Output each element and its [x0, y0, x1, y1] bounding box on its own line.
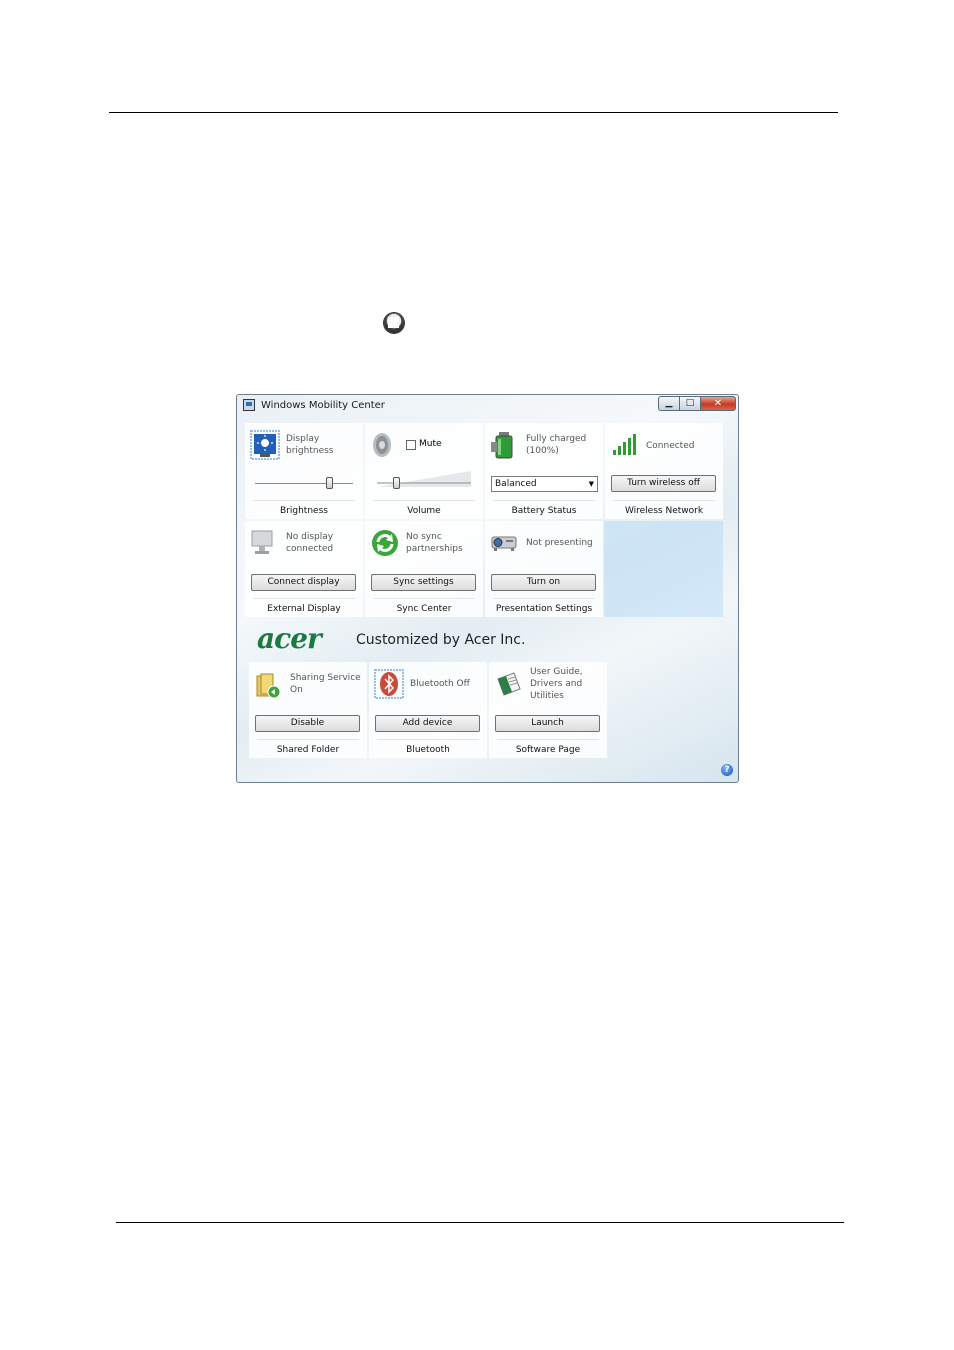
- add-device-button[interactable]: Add device: [375, 715, 480, 732]
- tile-divider: [377, 739, 479, 740]
- close-icon: ✕: [713, 398, 723, 409]
- tile-sync-center: No sync partnerships Sync settings Sync …: [365, 521, 483, 617]
- external-display-text: No display connected: [286, 532, 334, 554]
- bluetooth-icon: [374, 669, 404, 699]
- tile-external-display: No display connected Connect display Ext…: [245, 521, 363, 617]
- signal-strength-icon: [610, 430, 640, 460]
- tile-presentation: Not presenting Turn on Presentation Sett…: [485, 521, 603, 617]
- mute-label: Mute: [419, 439, 442, 449]
- tile-bluetooth: Bluetooth Off Add device Bluetooth: [369, 662, 487, 758]
- sync-icon: [370, 528, 400, 558]
- minimize-button[interactable]: ▁: [658, 396, 680, 411]
- projector-icon: [490, 528, 520, 558]
- software-text: User Guide, Drivers and Utilities: [530, 667, 583, 701]
- presentation-turn-on-button[interactable]: Turn on: [491, 574, 596, 591]
- volume-ramp: [377, 471, 471, 487]
- sync-settings-button[interactable]: Sync settings: [371, 574, 476, 591]
- shared-folder-text: Sharing Service On: [290, 673, 361, 695]
- mute-checkbox[interactable]: [406, 440, 416, 450]
- connect-display-button[interactable]: Connect display: [251, 574, 356, 591]
- maximize-button[interactable]: □: [680, 396, 701, 411]
- tile-volume: Mute Volume: [365, 423, 483, 519]
- tile-divider: [497, 739, 599, 740]
- tile-divider: [257, 739, 359, 740]
- mobility-center-window: Windows Mobility Center ▁ □ ✕ Display br…: [236, 394, 739, 783]
- tile-label-bluetooth: Bluetooth: [406, 745, 450, 755]
- tile-divider: [253, 500, 355, 501]
- speaker-icon: [369, 430, 399, 460]
- power-plan-value: Balanced: [495, 479, 537, 489]
- close-button[interactable]: ✕: [701, 396, 736, 411]
- tile-divider: [493, 500, 595, 501]
- tile-label-sync-center: Sync Center: [396, 604, 452, 614]
- page-rule-bottom: [116, 1222, 844, 1223]
- mobility-center-app-icon: [243, 399, 255, 411]
- tile-brightness: Display brightness Brightness: [245, 423, 363, 519]
- page-rule-top: [109, 112, 838, 113]
- battery-icon: [490, 430, 520, 460]
- tile-shared-folder: Sharing Service On Disable Shared Folder: [249, 662, 367, 758]
- acer-logo: acer: [257, 622, 322, 655]
- tile-software-page: User Guide, Drivers and Utilities Launch…: [489, 662, 607, 758]
- documents-icon: [494, 669, 524, 699]
- title-bar[interactable]: Windows Mobility Center ▁ □ ✕: [237, 395, 738, 415]
- empty-tile-area: [604, 521, 723, 617]
- launch-button[interactable]: Launch: [495, 715, 600, 732]
- tile-divider: [493, 598, 595, 599]
- shared-folder-icon: [254, 671, 284, 701]
- brightness-slider-track[interactable]: [255, 483, 353, 484]
- tile-label-wireless: Wireless Network: [624, 506, 704, 516]
- windows-start-icon: [384, 313, 404, 333]
- tile-label-battery: Battery Status: [511, 506, 577, 516]
- turn-wireless-off-button[interactable]: Turn wireless off: [611, 475, 716, 492]
- tile-label-software-page: Software Page: [515, 745, 581, 755]
- tile-battery: Fully charged (100%) Balanced ▼ Battery …: [485, 423, 603, 519]
- volume-slider-thumb[interactable]: [392, 477, 400, 489]
- sync-text: No sync partnerships: [406, 532, 463, 554]
- tile-divider: [253, 598, 355, 599]
- tile-wireless: Connected Turn wireless off Wireless Net…: [605, 423, 723, 519]
- presentation-text: Not presenting: [526, 538, 593, 548]
- monitor-icon: [250, 528, 280, 558]
- maximize-icon: □: [685, 398, 695, 408]
- minimize-icon: ▁: [665, 398, 673, 408]
- bluetooth-text: Bluetooth Off: [410, 679, 470, 689]
- brightness-icon: [250, 430, 280, 460]
- brightness-slider-thumb[interactable]: [325, 477, 333, 489]
- brightness-text: Display brightness: [286, 434, 334, 456]
- tile-divider: [613, 500, 715, 501]
- tile-divider: [373, 500, 475, 501]
- tile-label-shared-folder: Shared Folder: [276, 745, 340, 755]
- disable-sharing-button[interactable]: Disable: [255, 715, 360, 732]
- tile-label-brightness: Brightness: [280, 506, 328, 516]
- tile-label-presentation: Presentation Settings: [495, 604, 593, 614]
- tile-divider: [373, 598, 475, 599]
- help-icon[interactable]: ?: [721, 764, 733, 776]
- wireless-text: Connected: [646, 441, 695, 451]
- chevron-down-icon: ▼: [588, 480, 594, 488]
- window-title: Windows Mobility Center: [261, 400, 385, 411]
- tile-label-external-display: External Display: [267, 604, 341, 614]
- tile-label-volume: Volume: [407, 506, 441, 516]
- battery-text: Fully charged (100%): [526, 434, 587, 456]
- power-plan-dropdown[interactable]: Balanced ▼: [491, 476, 598, 492]
- acer-tagline: Customized by Acer Inc.: [356, 632, 526, 648]
